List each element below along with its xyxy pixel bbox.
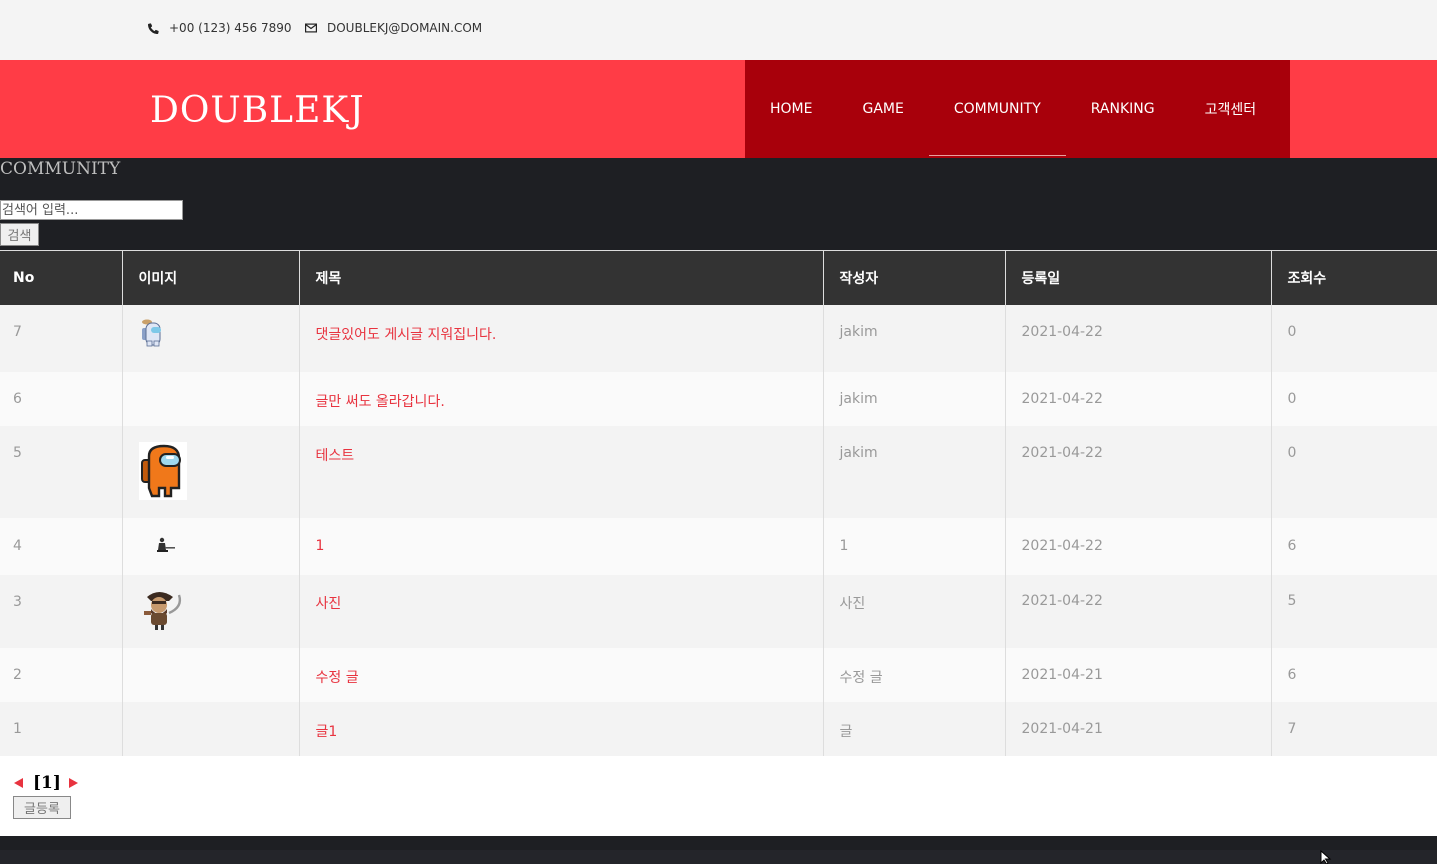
- small-figure-image[interactable]: [139, 536, 179, 556]
- white-crewmate-image[interactable]: [139, 315, 185, 351]
- site-footer: [0, 836, 1437, 864]
- pagination: [1]: [14, 773, 78, 793]
- row-title-link[interactable]: 사진: [298, 575, 823, 648]
- row-image-cell: [121, 518, 299, 575]
- row-date: 2021-04-21: [1004, 702, 1271, 756]
- row-date: 2021-04-21: [1004, 648, 1271, 702]
- table-row[interactable]: 1 글1 글 2021-04-21 7: [0, 702, 1437, 756]
- row-image-cell: [121, 702, 299, 756]
- column-header-author: 작성자: [822, 250, 1005, 305]
- row-image-cell: [121, 372, 299, 426]
- row-image-cell: [121, 575, 299, 648]
- table-header-row: No 이미지 제목 작성자 등록일 조회수: [0, 250, 1437, 305]
- row-no: 3: [0, 575, 122, 648]
- email-address: DOUBLEKJ@DOMAIN.COM: [327, 21, 483, 35]
- row-date: 2021-04-22: [1004, 518, 1271, 575]
- column-header-views: 조회수: [1270, 250, 1437, 305]
- search-input[interactable]: [0, 200, 183, 220]
- row-date: 2021-04-22: [1004, 372, 1271, 426]
- write-post-button[interactable]: 글등록: [13, 796, 71, 819]
- row-author: jakim: [822, 305, 1005, 372]
- triangle-right-icon[interactable]: [68, 778, 78, 788]
- board-table: No 이미지 제목 작성자 등록일 조회수 7 댓글있어도 게시글 지워집니다.…: [0, 250, 1437, 756]
- site-logo[interactable]: DOUBLEKJ: [150, 90, 365, 131]
- column-header-date: 등록일: [1004, 250, 1271, 305]
- row-views: 7: [1270, 702, 1437, 756]
- row-title-link[interactable]: 글만 써도 올라갑니다.: [298, 372, 823, 426]
- row-author: 글: [822, 702, 1005, 756]
- phone-number: +00 (123) 456 7890: [169, 21, 292, 35]
- row-author: 1: [822, 518, 1005, 575]
- row-author: 사진: [822, 575, 1005, 648]
- row-views: 5: [1270, 575, 1437, 648]
- page-title: COMMUNITY: [0, 159, 121, 179]
- phone-icon: [148, 22, 159, 34]
- row-no: 6: [0, 372, 122, 426]
- top-contact-bar: +00 (123) 456 7890 DOUBLEKJ@DOMAIN.COM: [0, 0, 1437, 60]
- nav-item-customer-center[interactable]: 고객센터: [1180, 99, 1282, 119]
- row-date: 2021-04-22: [1004, 426, 1271, 518]
- column-header-title: 제목: [298, 250, 823, 305]
- row-author: 수정 글: [822, 648, 1005, 702]
- row-views: 6: [1270, 648, 1437, 702]
- row-no: 7: [0, 305, 122, 372]
- pirate-character-image[interactable]: [139, 589, 187, 631]
- nav-item-ranking[interactable]: RANKING: [1066, 101, 1180, 117]
- row-date: 2021-04-22: [1004, 305, 1271, 372]
- nav-item-game[interactable]: GAME: [837, 101, 928, 117]
- table-row[interactable]: 2 수정 글 수정 글 2021-04-21 6: [0, 648, 1437, 702]
- orange-crewmate-image[interactable]: [138, 442, 187, 500]
- row-views: 6: [1270, 518, 1437, 575]
- row-title-link[interactable]: 댓글있어도 게시글 지워집니다.: [298, 305, 823, 372]
- table-row[interactable]: 5 테스트 jakim 2021-04-22 0: [0, 426, 1437, 518]
- contact-phone: +00 (123) 456 7890: [148, 21, 291, 35]
- row-author: jakim: [822, 372, 1005, 426]
- row-views: 0: [1270, 372, 1437, 426]
- row-title-link[interactable]: 수정 글: [298, 648, 823, 702]
- row-views: 0: [1270, 305, 1437, 372]
- nav-item-home[interactable]: HOME: [745, 101, 837, 117]
- row-image-cell: [121, 426, 299, 518]
- row-no: 1: [0, 702, 122, 756]
- current-page[interactable]: [1]: [33, 773, 61, 793]
- column-header-no: No: [0, 250, 122, 305]
- row-image-cell: [121, 648, 299, 702]
- contact-email: DOUBLEKJ@DOMAIN.COM: [305, 21, 482, 35]
- nav-item-community[interactable]: COMMUNITY: [928, 101, 1066, 156]
- search-button[interactable]: 검색: [0, 223, 39, 246]
- row-no: 2: [0, 648, 122, 702]
- community-banner: COMMUNITY 검색: [0, 158, 1437, 250]
- site-header: DOUBLEKJ HOME GAME COMMUNITY RANKING 고객센…: [0, 60, 1437, 158]
- row-image-cell: [121, 305, 299, 372]
- row-title-link[interactable]: 1: [298, 518, 823, 575]
- mouse-cursor-icon: [1320, 850, 1332, 864]
- main-nav: HOME GAME COMMUNITY RANKING 고객센터: [745, 60, 1290, 158]
- table-row[interactable]: 6 글만 써도 올라갑니다. jakim 2021-04-22 0: [0, 372, 1437, 426]
- row-title-link[interactable]: 글1: [298, 702, 823, 756]
- column-header-image: 이미지: [121, 250, 299, 305]
- footer-bottom-band: [0, 850, 1437, 864]
- row-date: 2021-04-22: [1004, 575, 1271, 648]
- triangle-left-icon[interactable]: [14, 778, 23, 788]
- table-row[interactable]: 3 사진 사진 2021-04-22 5: [0, 575, 1437, 648]
- row-views: 0: [1270, 426, 1437, 518]
- row-title-link[interactable]: 테스트: [298, 426, 823, 518]
- row-no: 5: [0, 426, 122, 518]
- table-row[interactable]: 7 댓글있어도 게시글 지워집니다. jakim 2021-04-22 0: [0, 305, 1437, 372]
- envelope-icon: [305, 23, 317, 33]
- table-row[interactable]: 4 1 1 2021-04-22 6: [0, 518, 1437, 575]
- row-no: 4: [0, 518, 122, 575]
- row-author: jakim: [822, 426, 1005, 518]
